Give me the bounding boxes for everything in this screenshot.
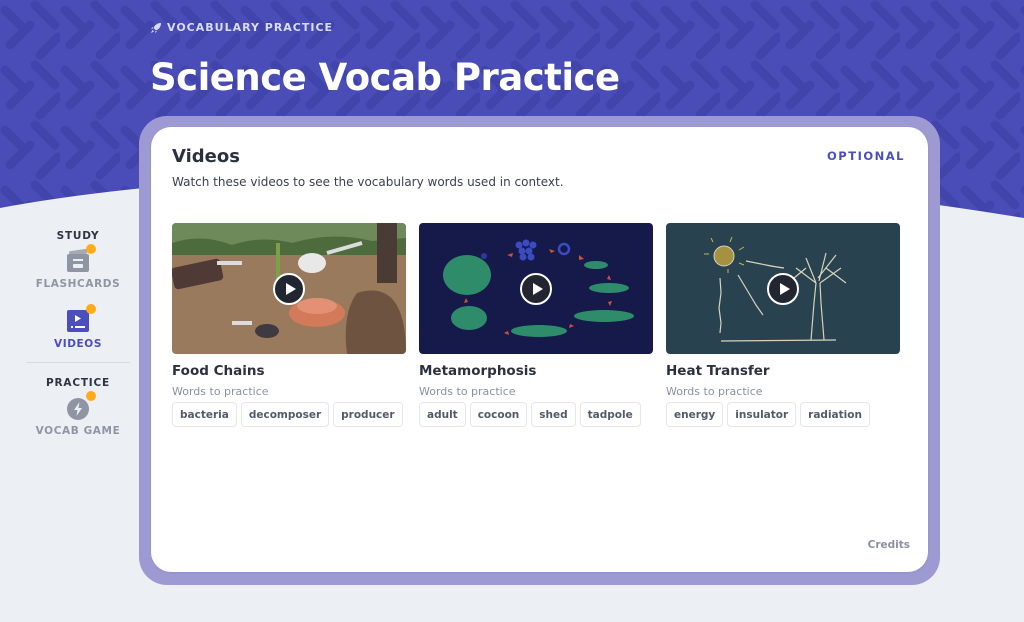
video-thumbnail[interactable]	[419, 223, 653, 354]
word-chip[interactable]: decomposer	[240, 402, 330, 427]
sidebar-item-vocab-game[interactable]: VOCAB GAME	[35, 391, 121, 437]
section-heading-practice: PRACTICE	[46, 377, 110, 389]
word-chips: energy insulator radiation	[666, 402, 900, 427]
notification-dot	[85, 304, 96, 314]
sidebar-item-videos[interactable]: VIDEOS	[53, 304, 102, 350]
videos-card: Videos Watch these videos to see the voc…	[151, 127, 928, 572]
section-heading-study: STUDY	[56, 230, 100, 242]
video-title[interactable]: Food Chains	[172, 363, 406, 379]
notification-dot	[85, 391, 96, 401]
page-title: Science Vocab Practice	[150, 56, 620, 99]
word-chip[interactable]: energy	[666, 402, 724, 427]
sidebar-label: FLASHCARDS	[35, 278, 121, 290]
word-chip[interactable]: producer	[333, 402, 403, 427]
video-thumbnail[interactable]	[666, 223, 900, 354]
play-icon	[285, 282, 296, 295]
video-list: Food Chains Words to practice bacteria d…	[172, 223, 900, 427]
word-chip[interactable]: shed	[531, 402, 576, 427]
sidebar-nav: STUDY FLASHCARDS VIDEOS PRACTICE VOCAB G…	[26, 230, 130, 437]
section-description: Watch these videos to see the vocabulary…	[172, 175, 564, 189]
word-chip[interactable]: bacteria	[172, 402, 237, 427]
notification-dot	[85, 244, 96, 254]
words-label: Words to practice	[172, 385, 269, 398]
video-card-heat-transfer: Heat Transfer Words to practice energy i…	[666, 223, 900, 427]
play-icon	[532, 282, 543, 295]
word-chip[interactable]: radiation	[800, 402, 870, 427]
credits-link[interactable]: Credits	[868, 539, 910, 551]
breadcrumb-eyebrow: VOCABULARY PRACTICE	[150, 21, 333, 34]
sidebar-divider	[26, 362, 130, 363]
sidebar-item-flashcards[interactable]: FLASHCARDS	[35, 244, 121, 290]
word-chips: adult cocoon shed tadpole	[419, 402, 653, 427]
sidebar-label: VOCAB GAME	[35, 425, 121, 437]
video-card-food-chains: Food Chains Words to practice bacteria d…	[172, 223, 406, 427]
word-chip[interactable]: tadpole	[579, 402, 641, 427]
section-title: Videos	[172, 146, 240, 167]
words-label: Words to practice	[666, 385, 763, 398]
video-thumbnail[interactable]	[172, 223, 406, 354]
words-label: Words to practice	[419, 385, 516, 398]
word-chip[interactable]: adult	[419, 402, 466, 427]
play-button[interactable]	[273, 272, 305, 305]
play-button[interactable]	[767, 272, 799, 305]
rocket-icon	[151, 22, 161, 33]
word-chips: bacteria decomposer producer	[172, 402, 406, 427]
video-title[interactable]: Heat Transfer	[666, 363, 900, 379]
word-chip[interactable]: insulator	[727, 402, 797, 427]
optional-badge: OPTIONAL	[827, 149, 905, 163]
video-card-metamorphosis: Metamorphosis Words to practice adult co…	[419, 223, 653, 427]
eyebrow-text: VOCABULARY PRACTICE	[167, 21, 334, 34]
word-chip[interactable]: cocoon	[469, 402, 528, 427]
play-button[interactable]	[520, 272, 552, 305]
sidebar-label: VIDEOS	[53, 338, 102, 350]
video-title[interactable]: Metamorphosis	[419, 363, 653, 379]
play-icon	[779, 282, 790, 295]
